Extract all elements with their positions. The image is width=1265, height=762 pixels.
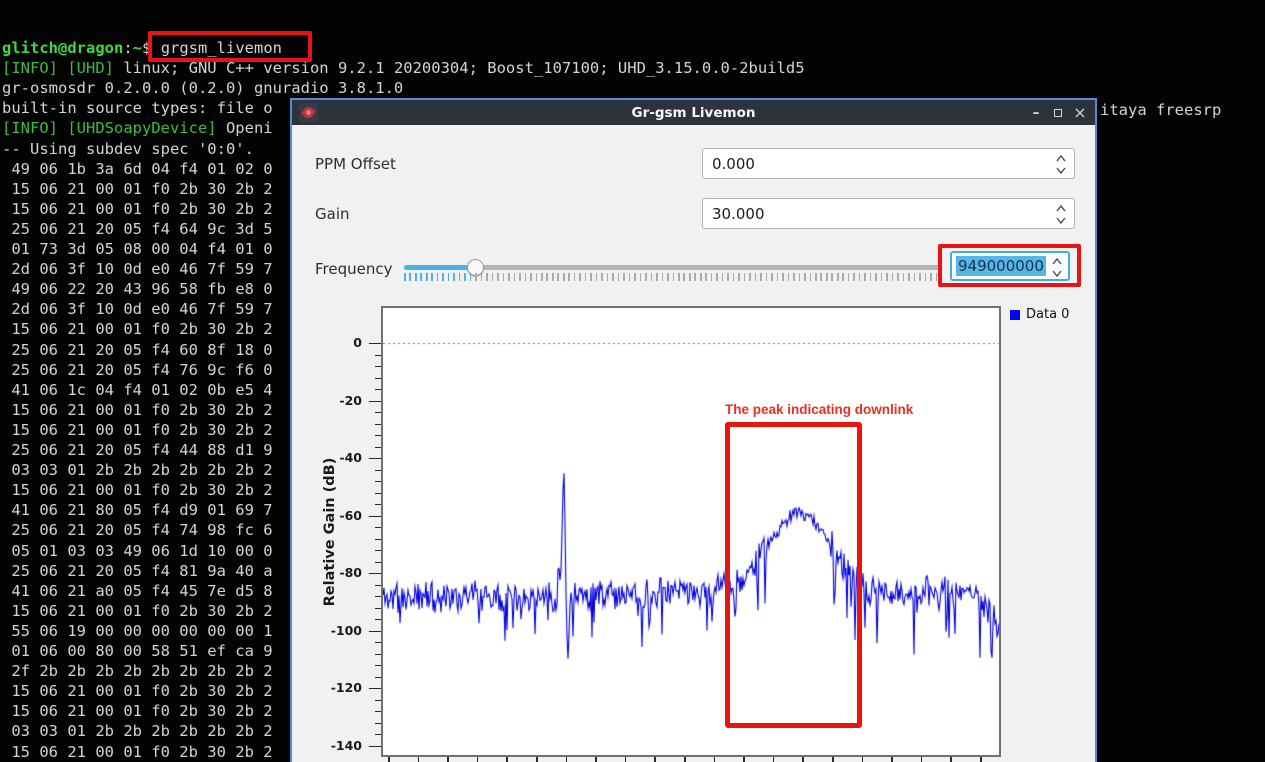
terminal-line: gr-osmosdr 0.2.0.0 (0.2.0) gnuradio 3.8.… (2, 79, 403, 98)
y-tick-label: -40 (316, 450, 362, 465)
spinner-arrows-icon[interactable] (1055, 152, 1067, 177)
terminal-line: 25 06 21 20 05 f4 64 9c 3d 5 (2, 220, 273, 239)
terminal-line: 03 03 01 2b 2b 2b 2b 2b 2b 2 (2, 461, 273, 480)
legend-label: Data 0 (1026, 307, 1069, 322)
peak-annotation-text: The peak indicating downlink (725, 402, 965, 417)
y-tick-label: -60 (316, 508, 362, 523)
terminal-line: 25 06 21 20 05 f4 76 9c f6 0 (2, 361, 273, 380)
terminal-line: 49 06 22 20 43 96 58 fb e8 0 (2, 280, 273, 299)
ppm-offset-spinbox[interactable]: 0.000 (702, 148, 1075, 179)
minimize-button[interactable]: – (1025, 100, 1047, 125)
terminal-line: 03 03 01 2b 2b 2b 2b 2b 2b 2 (2, 722, 273, 741)
terminal-line: 41 06 21 80 05 f4 d9 01 69 7 (2, 501, 273, 520)
frequency-slider-ticks (404, 273, 941, 282)
gain-value: 30.000 (712, 205, 765, 223)
titlebar[interactable]: Gr-gsm Livemon – × (292, 100, 1095, 125)
frequency-label: Frequency (315, 260, 393, 278)
terminal-line: built-in source types: file o (2, 99, 273, 118)
y-tick-label: -80 (316, 565, 362, 580)
terminal-line: -- Using subdev spec '0:0'. (2, 140, 254, 159)
spinner-arrows-icon[interactable] (1055, 202, 1067, 227)
terminal-line: 15 06 21 00 01 f0 2b 30 2b 2 (2, 702, 273, 721)
terminal-line: 01 73 3d 05 08 00 04 f4 01 0 (2, 240, 273, 259)
ppm-offset-value: 0.000 (712, 155, 755, 173)
frequency-slider-fill (404, 265, 475, 270)
app-icon (299, 103, 318, 122)
terminal-line: 55 06 19 00 00 00 00 00 00 1 (2, 622, 273, 641)
gain-spinbox[interactable]: 30.000 (702, 198, 1075, 229)
close-button[interactable]: × (1069, 100, 1091, 125)
gain-label: Gain (315, 205, 350, 223)
terminal-line: 15 06 21 00 01 f0 2b 30 2b 2 (2, 320, 273, 339)
terminal-line: 01 06 00 80 00 58 51 ef ca 9 (2, 642, 273, 661)
y-tick-label: -20 (316, 393, 362, 408)
terminal-line: 49 06 1b 3a 6d 04 f4 01 02 0 (2, 160, 273, 179)
terminal-line: 15 06 21 00 01 f0 2b 30 2b 2 (2, 180, 273, 199)
y-tick-label: -100 (316, 623, 362, 638)
terminal-line: 15 06 21 00 01 f0 2b 30 2b 2 (2, 401, 273, 420)
annotation-box-peak (725, 422, 862, 728)
terminal-line: 41 06 21 a0 05 f4 45 7e d5 8 (2, 582, 273, 601)
terminal-line: [INFO] [UHD] linux; GNU C++ version 9.2.… (2, 59, 805, 78)
spectrum-trace (383, 308, 999, 755)
terminal-line: 25 06 21 20 05 f4 44 88 d1 9 (2, 441, 273, 460)
maximize-icon (1054, 109, 1062, 117)
annotation-box-command (148, 31, 312, 62)
window-title: Gr-gsm Livemon (292, 105, 1095, 121)
terminal-line: 15 06 21 00 01 f0 2b 30 2b 2 (2, 481, 273, 500)
terminal-line: 15 06 21 00 01 f0 2b 30 2b 2 (2, 602, 273, 621)
legend-swatch-icon (1010, 310, 1020, 320)
terminal-line: 15 06 21 00 01 f0 2b 30 2b 2 (2, 200, 273, 219)
y-tick-label: -140 (316, 738, 362, 753)
terminal-line: 05 01 03 03 49 06 1d 10 00 0 (2, 542, 273, 561)
terminal-line: 2d 06 3f 10 0d e0 46 7f 59 7 (2, 300, 273, 319)
terminal-line: 41 06 1c 04 f4 01 02 0b e5 4 (2, 381, 273, 400)
maximize-button[interactable] (1047, 100, 1069, 125)
y-tick-label: 0 (316, 335, 362, 350)
terminal-line-fragment: itaya freesrp (1100, 101, 1221, 119)
grgsm-livemon-window: Gr-gsm Livemon – × PPM Offset 0.000 Gain… (290, 98, 1097, 762)
terminal-line: 15 06 21 00 01 f0 2b 30 2b 2 (2, 421, 273, 440)
ppm-offset-label: PPM Offset (315, 155, 396, 173)
y-tick-label: -120 (316, 680, 362, 695)
terminal-line: [INFO] [UHDSoapyDevice] Openi (2, 119, 273, 138)
terminal-line: 25 06 21 20 05 f4 60 8f 18 0 (2, 341, 273, 360)
frequency-slider-track[interactable] (404, 265, 941, 270)
terminal-line: 25 06 21 20 05 f4 74 98 fc 6 (2, 521, 273, 540)
terminal-line: 15 06 21 00 01 f0 2b 30 2b 2 (2, 743, 273, 762)
annotation-box-frequency (938, 244, 1081, 287)
plot-legend: Data 0 (1010, 307, 1069, 322)
terminal-line: 25 06 21 20 05 f4 81 9a 40 a (2, 562, 273, 581)
terminal-line: 2f 2b 2b 2b 2b 2b 2b 2b 2b 2 (2, 662, 273, 681)
plot-canvas[interactable] (381, 306, 1001, 757)
terminal-line: 15 06 21 00 01 f0 2b 30 2b 2 (2, 682, 273, 701)
terminal-line: 2d 06 3f 10 0d e0 46 7f 59 7 (2, 260, 273, 279)
